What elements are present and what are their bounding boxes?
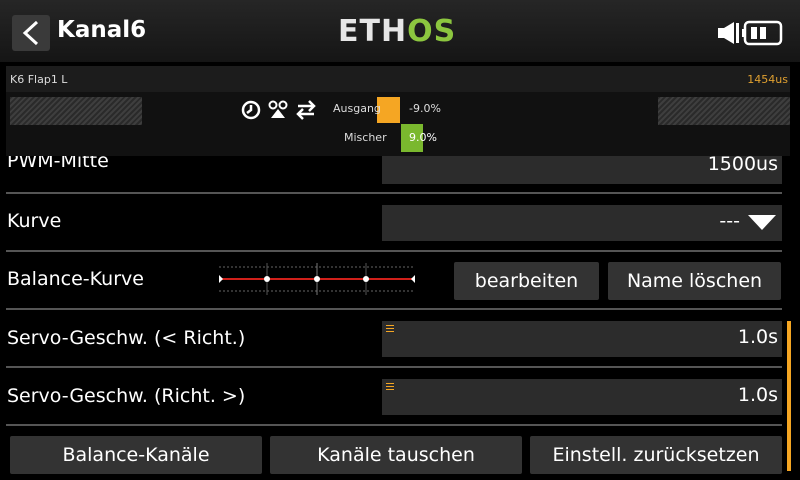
scrollbar[interactable] xyxy=(787,321,791,471)
edit-balance-button[interactable]: bearbeiten xyxy=(454,262,599,300)
divider xyxy=(6,192,782,194)
divider xyxy=(6,366,782,368)
back-button[interactable] xyxy=(12,15,50,51)
servo-speed-left-label: Servo-Geschw. (< Richt.) xyxy=(7,327,246,349)
servo-speed-left-field[interactable]: 1.0s xyxy=(382,321,782,357)
pwm-center-value: 1500us xyxy=(707,156,778,175)
header-bar: Kanal6 ETHOS xyxy=(0,0,800,62)
balance-curve-label: Balance-Kurve xyxy=(7,268,144,290)
channel-monitor: K6 Flap1 L 1454us Ausgang -9.0% Mischer … xyxy=(6,66,790,156)
trainer-icon xyxy=(268,100,288,118)
menu-lines-icon xyxy=(386,325,394,332)
clock-icon xyxy=(241,100,261,120)
pwm-center-field[interactable]: 1500us xyxy=(382,156,782,184)
curve-label: Kurve xyxy=(7,210,62,232)
output-label: Ausgang xyxy=(333,102,381,115)
swap-channels-button[interactable]: Kanäle tauschen xyxy=(270,436,522,474)
servo-speed-right-field[interactable]: 1.0s xyxy=(382,379,782,415)
mixer-label: Mischer xyxy=(344,131,387,144)
monitor-hatch-right xyxy=(658,97,790,125)
ethos-logo: ETHOS xyxy=(338,14,456,49)
monitor-header-row: K6 Flap1 L 1454us xyxy=(6,66,790,92)
divider xyxy=(6,424,782,426)
divider xyxy=(6,308,782,310)
balance-channels-button[interactable]: Balance-Kanäle xyxy=(10,436,262,474)
back-arrow-icon xyxy=(22,20,39,46)
balance-curve-preview xyxy=(219,263,415,295)
pwm-center-label: PWM-Mitte xyxy=(7,156,109,172)
mixer-value: 9.0% xyxy=(409,131,437,144)
speaker-icon[interactable] xyxy=(716,20,740,46)
curve-select[interactable]: --- xyxy=(382,205,782,241)
row-pwm-center: PWM-Mitte 1500us xyxy=(0,156,790,184)
reset-settings-button[interactable]: Einstell. zurücksetzen xyxy=(530,436,782,474)
monitor-channel-label: K6 Flap1 L xyxy=(10,73,68,86)
logo-part-os: OS xyxy=(407,14,457,49)
clear-name-button[interactable]: Name löschen xyxy=(608,262,781,300)
monitor-hatch-left xyxy=(10,97,142,125)
page-title: Kanal6 xyxy=(57,17,147,43)
swap-icon xyxy=(296,100,316,120)
logo-part-eth: ETH xyxy=(338,14,408,49)
menu-lines-icon xyxy=(386,383,394,390)
dropdown-arrow-icon xyxy=(748,215,776,230)
monitor-pulse-value: 1454us xyxy=(747,73,788,86)
battery-icon[interactable] xyxy=(742,20,784,46)
servo-speed-left-value: 1.0s xyxy=(737,326,778,348)
output-value: -9.0% xyxy=(409,102,441,115)
servo-speed-right-label: Servo-Geschw. (Richt. >) xyxy=(7,385,246,407)
servo-speed-right-value: 1.0s xyxy=(737,384,778,406)
divider xyxy=(6,250,782,252)
curve-value: --- xyxy=(719,210,740,232)
